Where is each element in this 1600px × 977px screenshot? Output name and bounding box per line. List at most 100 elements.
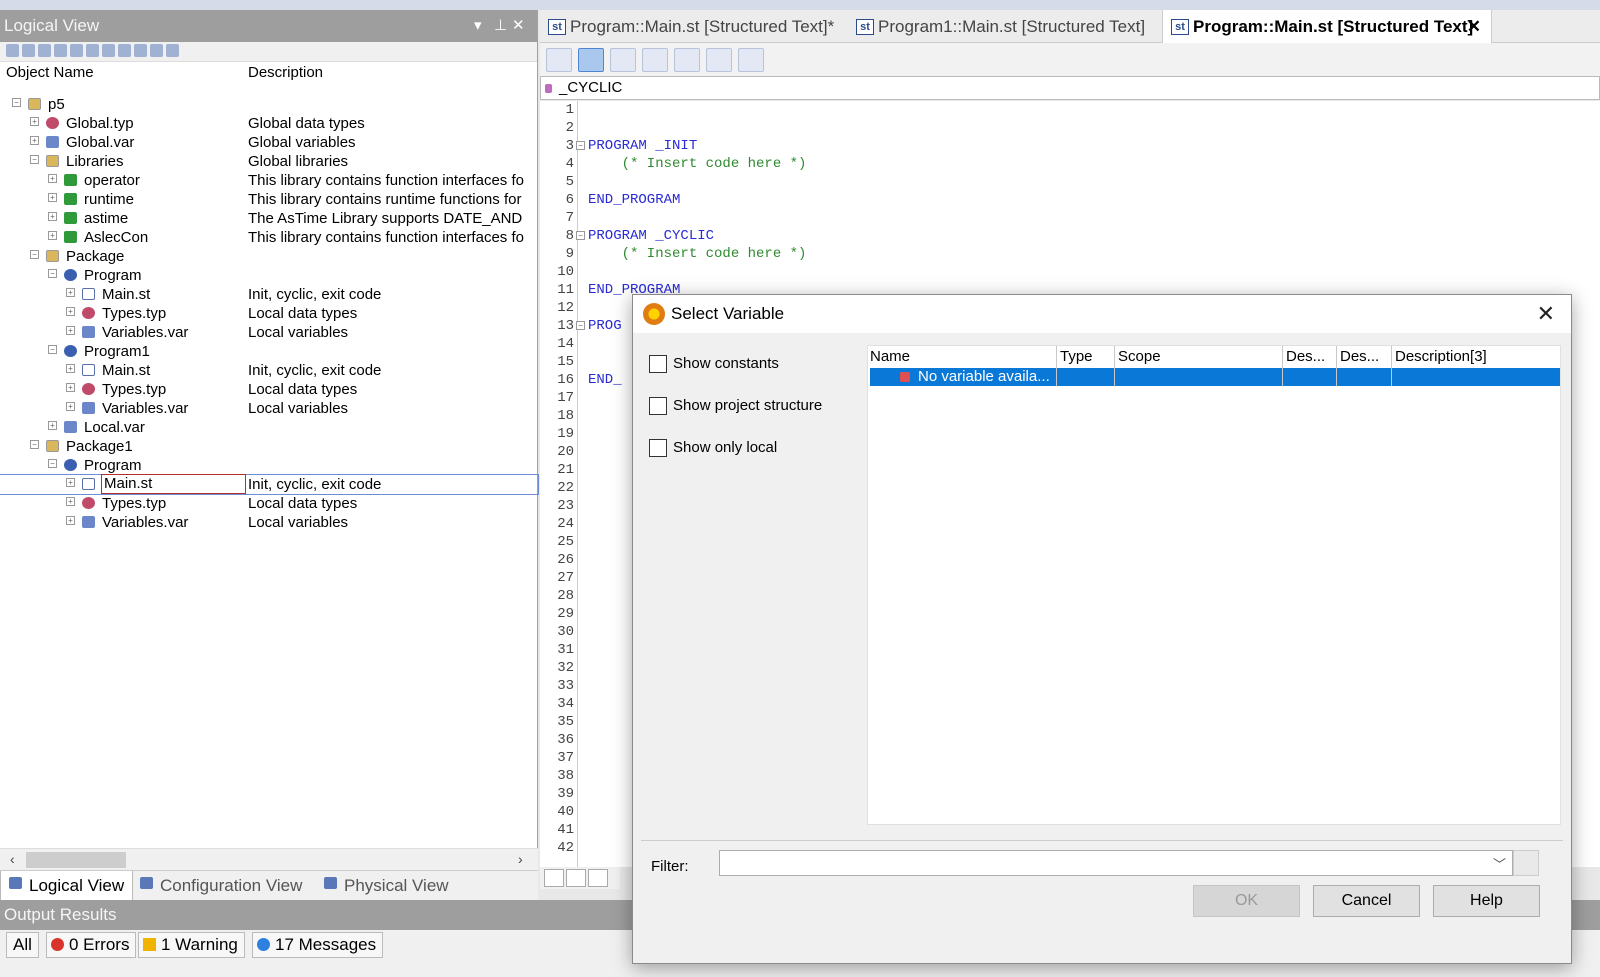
expand-toggle-icon[interactable]: +: [30, 136, 39, 145]
tree-item[interactable]: + astime The AsTime Library supports DATE_…: [0, 209, 538, 228]
code-line[interactable]: (* Insert code here *): [588, 245, 807, 263]
col-description-2[interactable]: Des...: [1340, 346, 1379, 368]
expand-toggle-icon[interactable]: +: [66, 516, 75, 525]
expand-toggle-icon[interactable]: +: [66, 307, 75, 316]
section-selector[interactable]: _CYCLIC: [540, 76, 1600, 100]
tree-item[interactable]: + operator This library contains function …: [0, 171, 538, 190]
filter-all-button[interactable]: All: [6, 932, 39, 958]
expand-toggle-icon[interactable]: −: [48, 459, 57, 468]
main-toolbar[interactable]: [0, 0, 1600, 10]
tree-item[interactable]: + Main.st Init, cyclic, exit code: [0, 474, 539, 495]
expand-toggle-icon[interactable]: +: [66, 478, 75, 487]
col-name[interactable]: Name: [870, 346, 910, 368]
expand-toggle-icon[interactable]: −: [48, 345, 57, 354]
editor-tab-program-main-active[interactable]: st Program::Main.st [Structured Text] ✕: [1162, 10, 1492, 43]
tree-item[interactable]: + Global.typ Global data types: [0, 114, 538, 133]
outdent-icon[interactable]: [706, 47, 732, 72]
filter-messages-button[interactable]: 17 Messages: [252, 932, 384, 958]
expand-toggle-icon[interactable]: +: [48, 212, 57, 221]
tab-logical-view[interactable]: Logical View: [0, 871, 134, 901]
tool-icon[interactable]: [86, 44, 99, 57]
tree-item[interactable]: + Local.var: [0, 418, 538, 437]
tool-icon[interactable]: [134, 44, 147, 57]
tree-item[interactable]: − Package: [0, 247, 538, 266]
code-line[interactable]: PROGRAM _INIT: [588, 137, 697, 155]
tab-close-icon[interactable]: ✕: [1467, 10, 1481, 44]
grid-row-selected[interactable]: No variable availa...: [870, 368, 1560, 386]
tool-icon[interactable]: [150, 44, 163, 57]
ok-button[interactable]: OK: [1193, 885, 1300, 917]
view-mode-icon[interactable]: [566, 869, 586, 887]
scroll-thumb[interactable]: [26, 852, 126, 868]
expand-toggle-icon[interactable]: +: [48, 193, 57, 202]
tree-item[interactable]: + Variables.var Local variables: [0, 323, 538, 342]
autocomplete-icon[interactable]: [578, 47, 604, 72]
filter-input[interactable]: ﹀: [719, 850, 1513, 876]
scroll-right-icon[interactable]: ›: [518, 851, 523, 867]
filter-warnings-button[interactable]: 1 Warning: [138, 932, 245, 958]
tree-item[interactable]: + Variables.var Local variables: [0, 513, 538, 532]
tool-icon[interactable]: [70, 44, 83, 57]
tab-configuration-view[interactable]: Configuration View: [132, 871, 310, 901]
tree-item[interactable]: + Main.st Init, cyclic, exit code: [0, 285, 538, 304]
tree-item[interactable]: + runtime This library contains runtime fu…: [0, 190, 538, 209]
insert-icon[interactable]: [642, 47, 668, 72]
show-constants-checkbox[interactable]: Show constants: [649, 354, 779, 376]
indent-icon[interactable]: [674, 47, 700, 72]
expand-toggle-icon[interactable]: −: [30, 250, 39, 259]
expand-toggle-icon[interactable]: +: [48, 231, 57, 240]
col-type[interactable]: Type: [1060, 346, 1093, 368]
help-button[interactable]: Help: [1433, 885, 1540, 917]
show-project-structure-checkbox[interactable]: Show project structure: [649, 396, 822, 418]
tool-icon[interactable]: [102, 44, 115, 57]
expand-toggle-icon[interactable]: +: [48, 174, 57, 183]
tree-item[interactable]: + Types.typ Local data types: [0, 380, 538, 399]
fold-toggle-icon[interactable]: −: [576, 231, 585, 240]
scroll-left-icon[interactable]: ‹: [10, 851, 15, 867]
horizontal-scrollbar[interactable]: ‹ ›: [0, 848, 538, 870]
tree-item[interactable]: − Program1: [0, 342, 538, 361]
col-object-name[interactable]: Object Name: [6, 64, 94, 81]
pin-icon[interactable]: ⊥: [494, 10, 507, 42]
tree-item[interactable]: − Program: [0, 266, 538, 285]
editor-tab-program-main-modified[interactable]: st Program::Main.st [Structured Text]*: [540, 10, 840, 43]
replace-text-icon[interactable]: [610, 47, 636, 72]
tool-icon[interactable]: [166, 44, 179, 57]
expand-toggle-icon[interactable]: +: [66, 383, 75, 392]
tool-icon[interactable]: [22, 44, 35, 57]
editor-tab-program1-main[interactable]: st Program1::Main.st [Structured Text]: [848, 10, 1158, 43]
variable-grid[interactable]: Name Type Scope Des... Des... Descriptio…: [867, 345, 1561, 825]
tree-item[interactable]: − p5: [0, 95, 538, 114]
pane-menu-icon[interactable]: ▾: [474, 10, 482, 42]
expand-toggle-icon[interactable]: −: [48, 269, 57, 278]
code-line[interactable]: PROG: [588, 317, 622, 335]
expand-toggle-icon[interactable]: +: [66, 326, 75, 335]
tree-item[interactable]: − Libraries Global libraries: [0, 152, 538, 171]
tool-icon[interactable]: [54, 44, 67, 57]
fold-toggle-icon[interactable]: −: [576, 141, 585, 150]
page-icon[interactable]: [738, 47, 764, 72]
expand-toggle-icon[interactable]: −: [12, 98, 21, 107]
tree-item[interactable]: + Types.typ Local data types: [0, 304, 538, 323]
tree-item[interactable]: − Program: [0, 456, 538, 475]
expand-toggle-icon[interactable]: −: [30, 155, 39, 164]
col-scope[interactable]: Scope: [1118, 346, 1161, 368]
tree-item[interactable]: + Types.typ Local data types: [0, 494, 538, 513]
tool-icon[interactable]: [38, 44, 51, 57]
expand-toggle-icon[interactable]: +: [30, 117, 39, 126]
col-description-1[interactable]: Des...: [1286, 346, 1325, 368]
code-line[interactable]: END_PROGRAM: [588, 191, 680, 209]
close-icon[interactable]: ✕: [1537, 295, 1555, 333]
view-mode-icon[interactable]: [588, 869, 608, 887]
expand-toggle-icon[interactable]: +: [48, 421, 57, 430]
fold-toggle-icon[interactable]: −: [576, 321, 585, 330]
fb-icon[interactable]: [546, 47, 572, 72]
expand-toggle-icon[interactable]: +: [66, 402, 75, 411]
expand-toggle-icon[interactable]: +: [66, 288, 75, 297]
expand-toggle-icon[interactable]: +: [66, 497, 75, 506]
checkbox-box[interactable]: [649, 355, 667, 373]
show-only-local-checkbox[interactable]: Show only local: [649, 438, 777, 460]
tree-item[interactable]: + Main.st Init, cyclic, exit code: [0, 361, 538, 380]
code-line[interactable]: END_: [588, 371, 622, 389]
cancel-button[interactable]: Cancel: [1313, 885, 1420, 917]
